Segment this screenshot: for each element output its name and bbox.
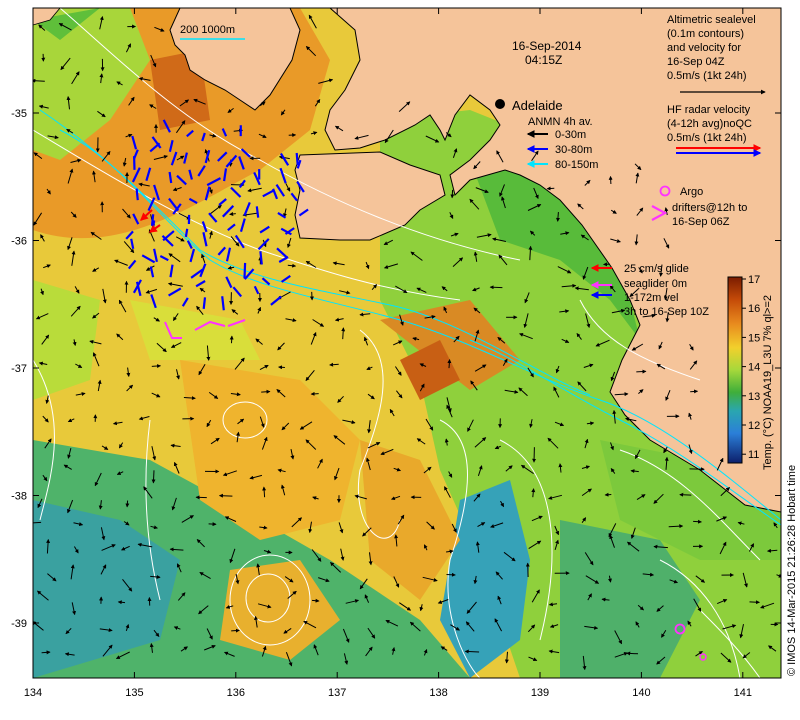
velocity-arrow [489,285,503,290]
x-tick-label: 138 [429,687,447,699]
anmn-arrow [184,228,189,238]
colorbar-tick-label: 12 [748,420,760,432]
y-tick-label: -36 [11,236,27,248]
anmn-arrow [295,152,299,166]
colorbar-label: Temp. (°C) NOAA19_L3U 7% ql>=2 [762,295,774,470]
velocity-arrow [604,492,612,497]
velocity-arrow [262,486,267,498]
colorbar-tick-label: 16 [748,303,760,315]
svg-text:0.5m/s (1kt 24h): 0.5m/s (1kt 24h) [667,132,746,144]
velocity-arrow [447,359,452,369]
velocity-arrow [278,365,285,370]
colorbar-tick-label: 14 [748,362,760,374]
velocity-arrow [446,572,456,577]
svg-text:ANMN 4h av.: ANMN 4h av. [528,116,593,128]
map-date: 16-Sep-2014 [512,39,582,53]
velocity-arrow [41,650,51,655]
x-tick-label: 135 [125,687,143,699]
velocity-arrow [555,212,560,222]
svg-text:Altimetric sealevel: Altimetric sealevel [667,14,756,26]
svg-text:3h to 16-Sep 10Z: 3h to 16-Sep 10Z [624,306,709,318]
velocity-arrow [125,500,130,508]
y-tick-label: -37 [11,363,27,375]
svg-text:Argo: Argo [680,186,703,198]
svg-text:(4-12h avg)noQC: (4-12h avg)noQC [667,118,752,130]
svg-text:seaglider 0m: seaglider 0m [624,278,687,290]
svg-text:drifters@12h to: drifters@12h to [672,202,747,214]
velocity-arrow [231,628,240,633]
x-tick-label: 139 [531,687,549,699]
credit-text: © IMOS 14-Mar-2015 21:26:28 Hobart time [786,465,798,676]
velocity-arrow [690,389,699,394]
svg-text:0-30m: 0-30m [555,129,586,141]
anmn-arrow [255,206,260,218]
velocity-arrow [151,470,156,484]
y-tick-label: -35 [11,108,27,120]
velocity-arrow [693,519,702,524]
velocity-arrow [464,649,480,654]
svg-text:80-150m: 80-150m [555,159,598,171]
anmn-arrow [259,251,263,265]
svg-text:30-80m: 30-80m [555,144,592,156]
velocity-arrow [261,389,271,394]
anmn-arrow [135,188,139,201]
anmn-arrow [202,297,207,310]
x-tick-label: 136 [227,687,245,699]
velocity-arrow [310,391,319,396]
velocity-arrow [668,524,684,529]
svg-text:16-Sep 06Z: 16-Sep 06Z [672,216,730,228]
x-tick-label: 140 [632,687,650,699]
colorbar-tick-label: 17 [748,274,760,286]
x-tick-label: 134 [24,687,42,699]
y-tick-label: -39 [11,618,27,630]
svg-text:and velocity for: and velocity for [667,42,741,54]
svg-text:1-172m vel: 1-172m vel [624,292,678,304]
adelaide-marker [495,99,505,109]
velocity-arrow [636,369,647,374]
velocity-arrow [117,600,126,605]
velocity-arrow [311,598,320,603]
x-tick-label: 137 [328,687,346,699]
svg-text:25 cm/s glide: 25 cm/s glide [624,263,689,275]
svg-text:0.5m/s (1kt 24h): 0.5m/s (1kt 24h) [667,70,746,82]
sst-map: 200 1000m Adelaide 16-Sep-2014 04:15Z Al… [11,7,798,699]
velocity-arrow [679,492,692,497]
svg-text:16-Sep 04Z: 16-Sep 04Z [667,56,725,68]
colorbar-tick-label: 15 [748,332,760,344]
map-time: 04:15Z [525,53,562,67]
velocity-arrow [151,364,162,369]
velocity-arrow [749,600,760,605]
colorbar-tick-label: 13 [748,391,760,403]
velocity-arrow [450,189,455,199]
anmn-arrow [243,262,247,279]
colorbar-tick-label: 11 [748,449,759,461]
svg-text:(0.1m contours): (0.1m contours) [667,28,744,40]
velocity-arrow [626,651,639,656]
city-label: Adelaide [512,98,563,113]
scale-bar-label: 200 1000m [180,24,235,36]
velocity-arrow [218,493,233,498]
velocity-arrow [33,78,45,83]
y-tick-label: -38 [11,491,27,503]
velocity-arrow [341,327,346,340]
x-tick-label: 141 [734,687,752,699]
svg-text:HF radar velocity: HF radar velocity [667,104,751,116]
